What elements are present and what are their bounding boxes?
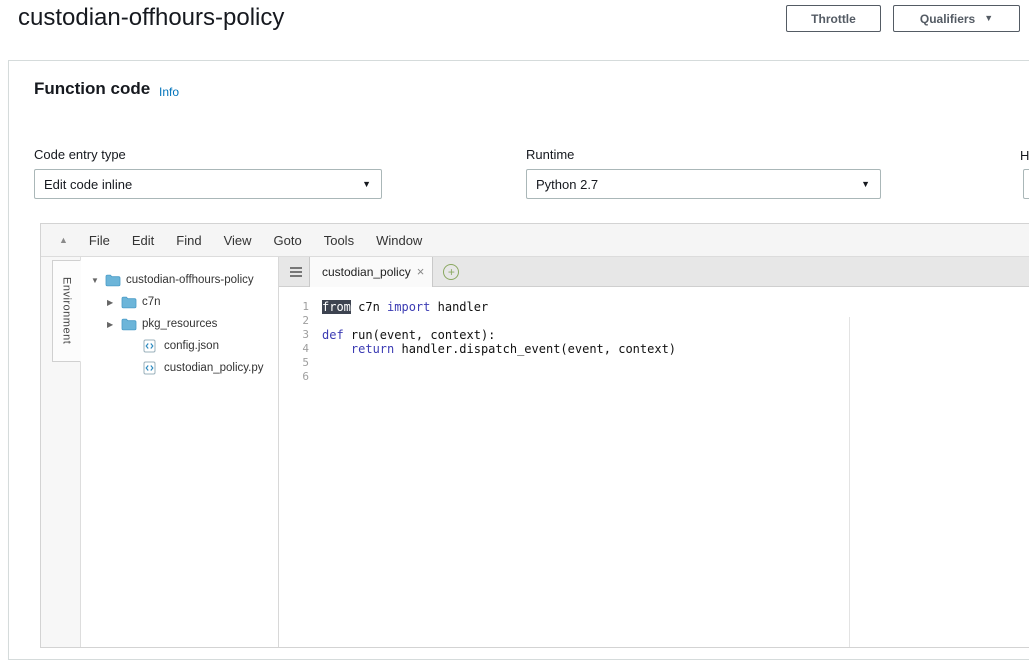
chevron-down-icon: ▼: [362, 180, 371, 189]
code-line[interactable]: return handler.dispatch_event(event, con…: [322, 342, 1029, 356]
disclosure-icon[interactable]: ▼: [91, 276, 105, 285]
tree-item-label: pkg_resources: [142, 318, 217, 330]
editor-menubar: ▲ FileEditFindViewGotoToolsWindow: [41, 224, 1029, 257]
chevron-down-icon: ▼: [984, 14, 993, 23]
code-region: 123456 from c7n import handler def run(e…: [279, 287, 1029, 647]
menu-item-find[interactable]: Find: [165, 233, 212, 248]
tree-item-label: custodian_policy.py: [164, 362, 264, 374]
chevron-down-icon: ▼: [861, 180, 870, 189]
code-line[interactable]: [322, 314, 1029, 328]
folder-icon: [121, 296, 142, 309]
disclosure-icon[interactable]: ▶: [107, 320, 121, 329]
environment-tab-label: Environment: [61, 277, 73, 344]
code-line[interactable]: def run(event, context):: [322, 328, 1029, 342]
line-number: 5: [279, 356, 309, 370]
editor-main: custodian_policy × + 123456 from c7n imp…: [279, 257, 1029, 647]
code-entry-type-select[interactable]: Edit code inline ▼: [34, 169, 382, 199]
handler-select[interactable]: [1023, 169, 1029, 199]
line-number: 6: [279, 370, 309, 384]
environment-tab[interactable]: Environment: [52, 260, 81, 362]
page-title: custodian-offhours-policy: [18, 4, 284, 32]
menu-item-view[interactable]: View: [213, 233, 263, 248]
line-number: 2: [279, 314, 309, 328]
info-link[interactable]: Info: [159, 85, 179, 99]
close-icon[interactable]: ×: [417, 264, 425, 279]
tab-list-icon[interactable]: [283, 257, 309, 287]
code-editor-frame: ▲ FileEditFindViewGotoToolsWindow Enviro…: [40, 223, 1029, 648]
folder-icon: [121, 318, 142, 331]
editor-body: Environment ▼ custodian-offhours-policy ▶ c…: [41, 257, 1029, 647]
line-number: 3: [279, 328, 309, 342]
tab-bar: custodian_policy × +: [279, 257, 1029, 287]
code-entry-type-value: Edit code inline: [44, 177, 132, 192]
folder-icon: [105, 274, 126, 287]
handler-label: H: [1020, 148, 1029, 163]
menu-item-file[interactable]: File: [78, 233, 121, 248]
menu-collapse-icon[interactable]: ▲: [59, 235, 68, 245]
tree-item-custodian-policy-py[interactable]: custodian_policy.py: [81, 357, 278, 379]
throttle-button[interactable]: Throttle: [786, 5, 881, 32]
code-line[interactable]: [322, 356, 1029, 370]
menubar-items: FileEditFindViewGotoToolsWindow: [78, 233, 433, 248]
runtime-value: Python 2.7: [536, 177, 598, 192]
environment-gutter: Environment: [41, 257, 81, 647]
tree-item-c7n[interactable]: ▶ c7n: [81, 291, 278, 313]
tree-item-custodian-offhours-policy[interactable]: ▼ custodian-offhours-policy: [81, 269, 278, 291]
tree-item-pkg-resources[interactable]: ▶ pkg_resources: [81, 313, 278, 335]
code-line[interactable]: from c7n import handler: [322, 300, 1029, 314]
qualifiers-button-label: Qualifiers: [920, 12, 975, 26]
section-title: Function code: [34, 79, 150, 99]
tab-label: custodian_policy: [322, 265, 411, 279]
code-file-icon: [143, 361, 164, 375]
add-tab-icon[interactable]: +: [443, 264, 459, 280]
runtime-label: Runtime: [526, 147, 574, 162]
code-file-icon: [143, 339, 164, 353]
qualifiers-button[interactable]: Qualifiers ▼: [893, 5, 1020, 32]
tree-item-label: custodian-offhours-policy: [126, 274, 254, 286]
function-code-card: Function code Info Code entry type Edit …: [8, 60, 1029, 660]
line-number: 1: [279, 300, 309, 314]
file-tree: ▼ custodian-offhours-policy ▶ c7n ▶ pkg_resou…: [81, 257, 279, 647]
tree-item-label: c7n: [142, 296, 161, 308]
tree-item-label: config.json: [164, 340, 219, 352]
line-number-gutter: 123456: [279, 287, 317, 647]
tree-item-config-json[interactable]: config.json: [81, 335, 278, 357]
code-entry-type-label: Code entry type: [34, 147, 126, 162]
menu-item-goto[interactable]: Goto: [263, 233, 313, 248]
disclosure-icon[interactable]: ▶: [107, 298, 121, 307]
print-margin-line: [849, 317, 850, 647]
code-content[interactable]: from c7n import handler def run(event, c…: [317, 287, 1029, 647]
runtime-select[interactable]: Python 2.7 ▼: [526, 169, 881, 199]
menu-item-edit[interactable]: Edit: [121, 233, 165, 248]
code-line[interactable]: [322, 370, 1029, 384]
line-number: 4: [279, 342, 309, 356]
tab-custodian-policy[interactable]: custodian_policy ×: [309, 257, 433, 287]
menu-item-window[interactable]: Window: [365, 233, 433, 248]
menu-item-tools[interactable]: Tools: [313, 233, 365, 248]
